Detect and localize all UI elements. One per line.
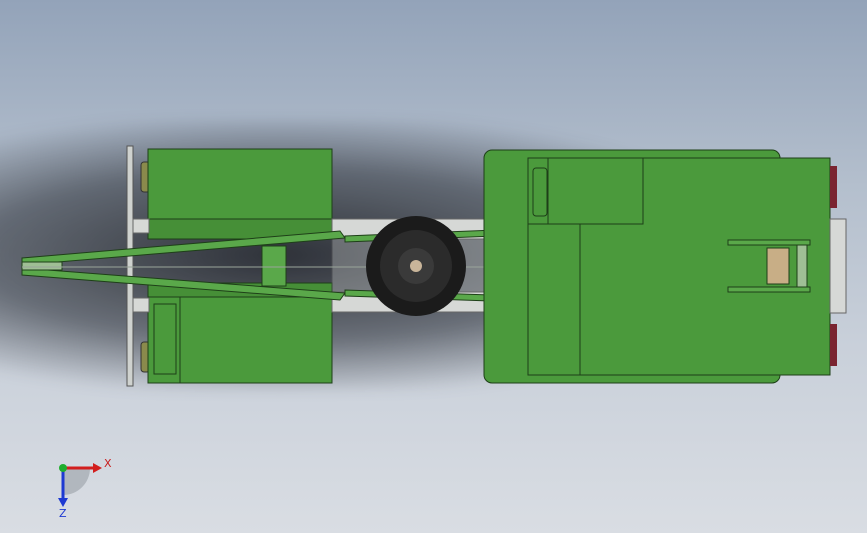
frame-rail-bottom bbox=[132, 297, 150, 313]
z-axis-label: Z bbox=[59, 507, 67, 520]
rear-frame-right bbox=[829, 218, 847, 314]
cad-graphics-area[interactable]: X Z bbox=[0, 0, 867, 533]
x-axis-label: X bbox=[104, 457, 112, 470]
y-axis-dot bbox=[59, 464, 67, 472]
fender-step bbox=[153, 303, 177, 375]
triad-shade bbox=[63, 468, 90, 495]
seat-handle bbox=[532, 167, 548, 217]
tail-light-bottom bbox=[830, 324, 837, 366]
coordinate-triad: X Z bbox=[50, 450, 120, 520]
tractor-model[interactable] bbox=[0, 0, 867, 533]
front-fender-top bbox=[147, 148, 333, 220]
front-bumper bbox=[126, 145, 134, 387]
tail-light-top bbox=[830, 166, 837, 208]
frame-rail-top bbox=[132, 218, 150, 234]
seat-box bbox=[547, 157, 644, 225]
spare-tire bbox=[366, 216, 466, 316]
